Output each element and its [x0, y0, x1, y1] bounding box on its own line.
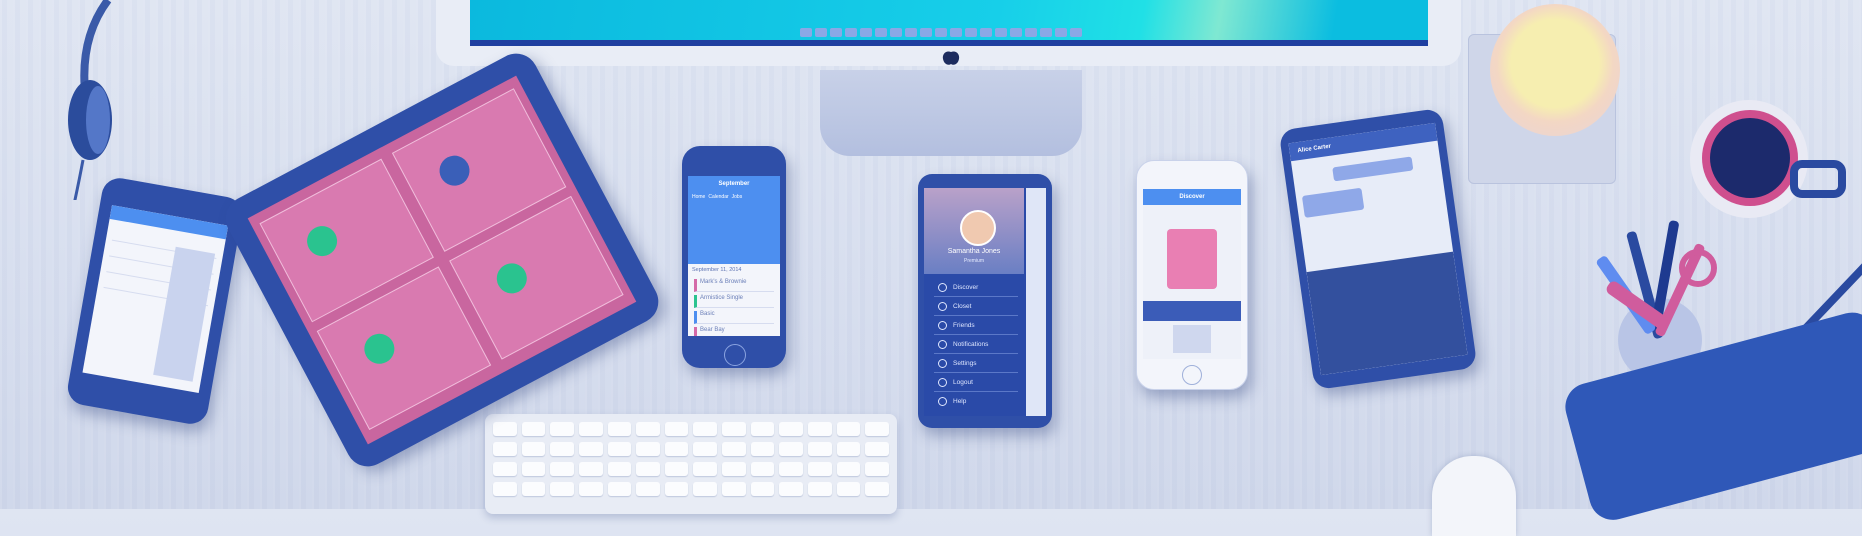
keyboard — [485, 414, 897, 514]
calendar-month: September — [688, 176, 780, 192]
monitor-stand — [820, 70, 1082, 156]
user-name: Samantha Jones — [947, 248, 1001, 255]
hanger-icon — [938, 302, 947, 311]
home-button[interactable] — [724, 344, 746, 366]
tab-calendar[interactable]: Calendar — [708, 194, 728, 200]
phone-calendar: September Home Calendar Jobs September 1… — [682, 146, 786, 368]
gear-icon — [938, 359, 947, 368]
avatar — [960, 210, 996, 246]
list-item[interactable]: Bear Bay — [694, 327, 774, 336]
mouse — [1432, 456, 1516, 536]
monitor-screen — [470, 0, 1428, 46]
apple-logo-icon — [938, 48, 964, 66]
on-screen-keyboard[interactable] — [1306, 251, 1468, 376]
list-item[interactable]: Basic — [694, 311, 774, 324]
bell-icon — [938, 340, 947, 349]
discover-title: Discover — [1143, 189, 1241, 205]
phone-discover: Discover — [1136, 160, 1248, 390]
chat-contact: Alice Carter — [1288, 122, 1438, 162]
list-item[interactable]: Armistice Single — [694, 295, 774, 308]
menu-item-settings[interactable]: Settings — [938, 359, 977, 368]
menu-item-logout[interactable]: Logout — [938, 378, 973, 387]
headphones — [36, 0, 148, 351]
tab-home[interactable]: Home — [692, 194, 705, 200]
help-icon — [938, 397, 947, 406]
phone-menu: Samantha Jones Premium Discover Closet F… — [918, 174, 1052, 428]
people-icon — [938, 321, 947, 330]
date-heading: September 11, 2014 — [692, 267, 742, 273]
list-item[interactable]: Mark's & Brownie — [694, 279, 774, 292]
dock — [800, 28, 1082, 37]
juice-glass — [1490, 4, 1620, 136]
menu-item-notifications[interactable]: Notifications — [938, 340, 988, 349]
menu-item-closet[interactable]: Closet — [938, 302, 971, 311]
home-button[interactable] — [1182, 365, 1202, 385]
user-role: Premium — [963, 258, 984, 264]
menu-item-friends[interactable]: Friends — [938, 321, 975, 330]
product-image — [1167, 229, 1217, 289]
tab-jobs[interactable]: Jobs — [732, 194, 743, 200]
compass-icon — [938, 283, 947, 292]
menu-item-discover[interactable]: Discover — [938, 283, 978, 292]
menu-item-help[interactable]: Help — [938, 397, 966, 406]
logout-icon — [938, 378, 947, 387]
